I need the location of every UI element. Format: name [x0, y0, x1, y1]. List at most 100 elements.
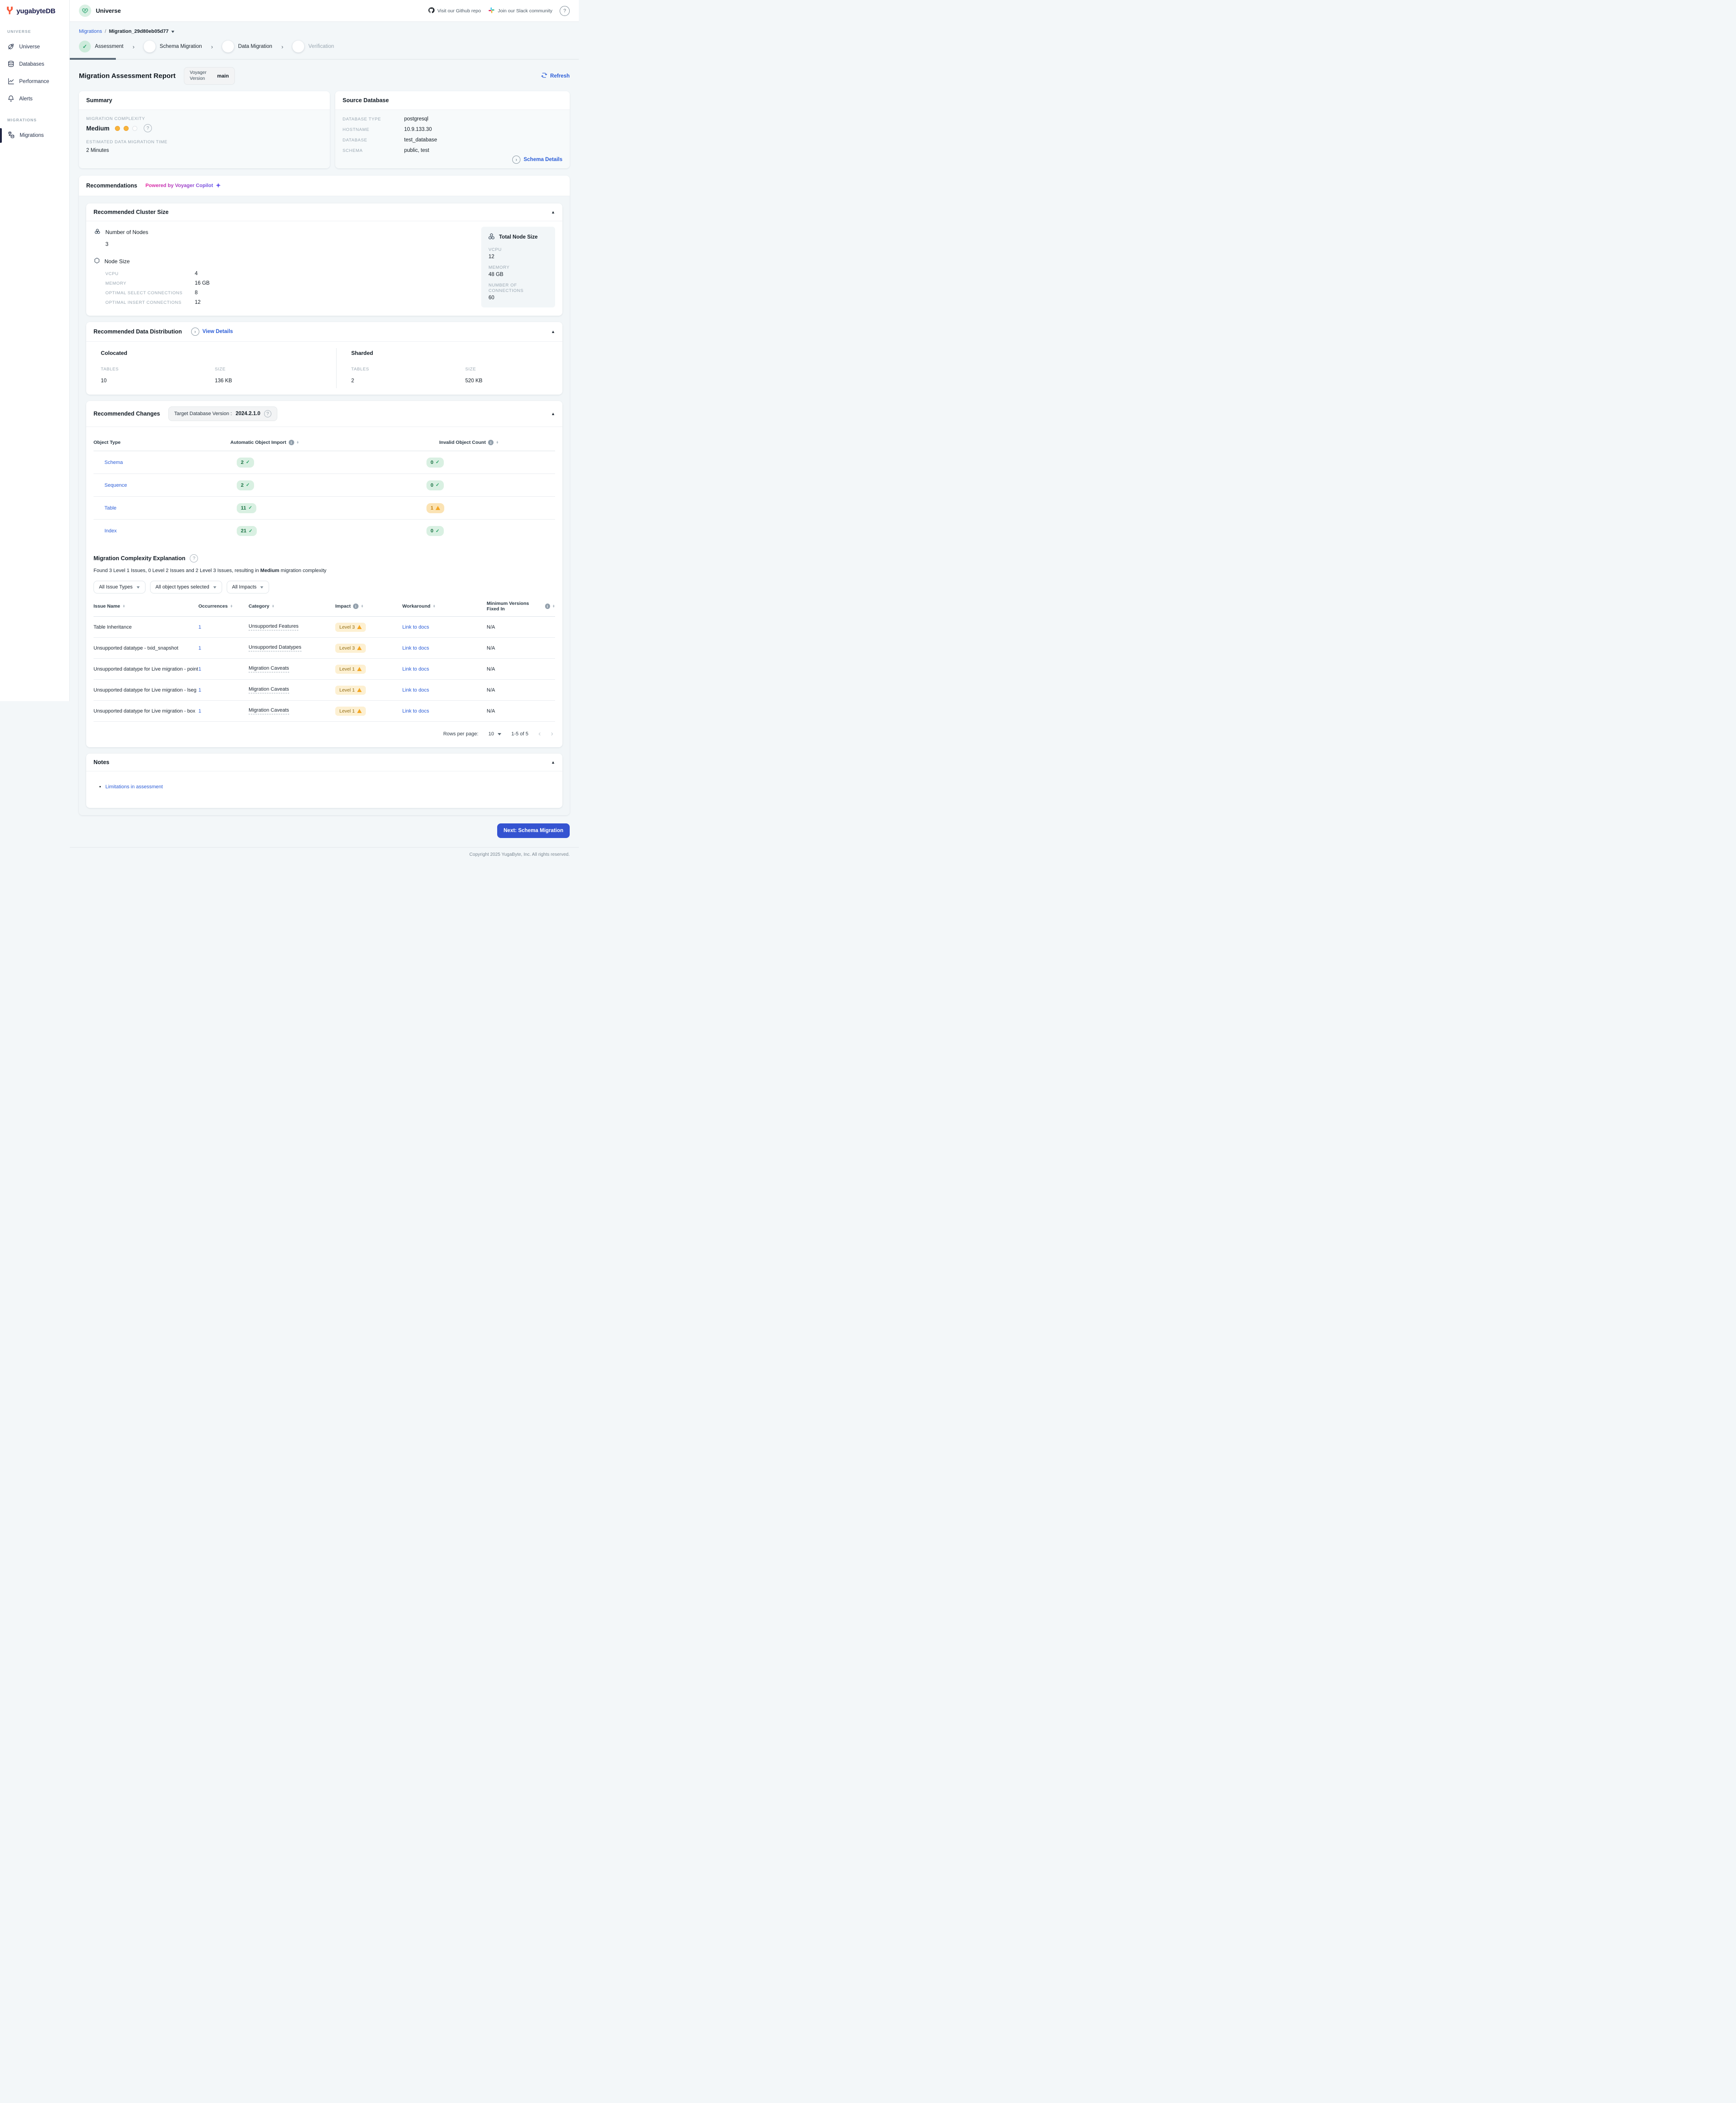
sidebar-item-alerts[interactable]: Alerts: [0, 90, 69, 108]
step-assessment[interactable]: ✓ Assessment: [79, 41, 124, 52]
collapse-caret-icon[interactable]: ▲: [551, 329, 555, 334]
object-type-link[interactable]: Schema: [94, 460, 230, 465]
object-type-link[interactable]: Index: [94, 528, 230, 534]
workaround-link[interactable]: Link to docs: [402, 645, 487, 651]
occurrences-link[interactable]: 1: [198, 687, 249, 693]
collapse-caret-icon[interactable]: ▲: [551, 210, 555, 214]
source-db-row: SCHEMA public, test: [343, 148, 562, 153]
column-category: Category▲▼: [249, 604, 335, 609]
number-of-nodes-label: Number of Nodes: [105, 229, 148, 235]
hexagon-icon: [94, 257, 100, 265]
sort-icon[interactable]: ▲▼: [122, 605, 125, 608]
chevron-down-icon: ▼: [135, 585, 140, 589]
sort-icon[interactable]: ▲▼: [552, 605, 555, 608]
occurrences-link[interactable]: 1: [198, 666, 249, 672]
help-icon[interactable]: ?: [560, 6, 570, 16]
sort-icon[interactable]: ▲▼: [496, 441, 499, 444]
info-icon[interactable]: i: [545, 604, 550, 609]
issue-name: Unsupported datatype - txid_snapshot: [94, 645, 198, 651]
source-db-row: DATABASE test_database: [343, 137, 562, 143]
field-value: 4: [195, 271, 198, 276]
schema-details-link[interactable]: › Schema Details: [512, 156, 562, 164]
collapse-caret-icon[interactable]: ▲: [551, 411, 555, 416]
next-page-icon[interactable]: ›: [551, 730, 553, 738]
field-label: OPTIMAL SELECT CONNECTIONS: [105, 290, 195, 296]
sort-icon[interactable]: ▲▼: [230, 605, 233, 608]
voyager-version-label: Voyager Version: [190, 70, 210, 82]
refresh-button[interactable]: Refresh: [541, 72, 570, 80]
sort-icon[interactable]: ▲▼: [361, 605, 364, 608]
slack-link[interactable]: Join our Slack community: [488, 7, 552, 15]
filter-label: All Impacts: [232, 584, 257, 590]
occurrences-link[interactable]: 1: [198, 625, 249, 630]
breadcrumb-current[interactable]: Migration_29d80eb05d77 ▼: [109, 29, 175, 34]
chevron-right-icon: ›: [211, 43, 213, 50]
complexity-explanation-help-icon[interactable]: ?: [190, 554, 198, 562]
step-schema-migration[interactable]: Schema Migration: [144, 41, 202, 52]
recommendations-body: Recommended Cluster Size ▲ Number of Nod…: [79, 196, 570, 815]
workaround-link[interactable]: Link to docs: [402, 687, 487, 693]
check-icon: ✓: [436, 483, 439, 488]
slack-link-label: Join our Slack community: [498, 8, 552, 14]
impact-badge: Level 3: [335, 623, 366, 632]
sort-icon[interactable]: ▲▼: [272, 605, 275, 608]
sidebar-item-migrations[interactable]: Migrations: [0, 127, 69, 144]
workaround-link[interactable]: Link to docs: [402, 625, 487, 630]
sidebar-item-performance[interactable]: Performance: [0, 73, 69, 90]
node-size-label: Node Size: [104, 258, 130, 265]
issue-row: Unsupported datatype for Live migration …: [94, 680, 555, 701]
issues-table-header: Issue Name▲▼ Occurrences▲▼ Category▲▼ Im…: [94, 601, 555, 617]
object-type-link[interactable]: Sequence: [94, 483, 230, 488]
page-title: Migration Assessment Report: [79, 72, 176, 80]
step-verification[interactable]: Verification: [292, 41, 334, 52]
info-icon[interactable]: i: [353, 604, 359, 609]
collapse-caret-icon[interactable]: ▲: [551, 760, 555, 765]
object-types-filter[interactable]: All object types selected ▼: [150, 581, 222, 593]
sharded-section: Sharded TABLES 2 SIZE 520 KB: [336, 348, 562, 388]
object-type-link[interactable]: Table: [94, 505, 230, 511]
view-details-link[interactable]: › View Details: [191, 328, 233, 336]
field-label: MEMORY: [105, 281, 195, 286]
import-count-badge: 11✓: [237, 503, 256, 513]
issue-types-filter[interactable]: All Issue Types ▼: [94, 581, 146, 593]
report-title-row: Migration Assessment Report Voyager Vers…: [79, 67, 570, 85]
github-link[interactable]: Visit our Github repo: [428, 7, 481, 15]
sort-icon[interactable]: ▲▼: [296, 441, 299, 444]
import-count-badge: 2✓: [237, 480, 254, 490]
category-label: Migration Caveats: [249, 687, 289, 693]
occurrences-link[interactable]: 1: [198, 708, 249, 714]
sort-icon[interactable]: ▲▼: [433, 605, 436, 608]
complexity-help-icon[interactable]: ?: [144, 124, 152, 132]
recommended-changes-title: Recommended Changes: [94, 411, 160, 417]
workaround-link[interactable]: Link to docs: [402, 666, 487, 672]
source-db-row: DATABASE TYPE postgresql: [343, 116, 562, 122]
field-value: 8: [195, 290, 198, 296]
field-value: 60: [489, 295, 549, 301]
colocated-size: SIZE 136 KB: [215, 366, 329, 384]
column-issue-name: Issue Name▲▼: [94, 604, 198, 609]
info-icon[interactable]: i: [289, 440, 294, 445]
info-icon[interactable]: i: [488, 440, 494, 445]
refresh-label: Refresh: [550, 73, 570, 79]
occurrences-link[interactable]: 1: [198, 645, 249, 651]
chevron-right-icon: ›: [133, 43, 135, 50]
field-value: test_database: [404, 137, 437, 143]
summary-source-row: Summary MIGRATION COMPLEXITY Medium ? ES…: [79, 91, 570, 168]
next-schema-migration-button[interactable]: Next: Schema Migration: [497, 823, 570, 838]
prev-page-icon[interactable]: ‹: [538, 730, 541, 738]
step-data-migration[interactable]: Data Migration: [222, 41, 272, 52]
sidebar-item-universe[interactable]: Universe: [0, 38, 69, 56]
workaround-link[interactable]: Link to docs: [402, 708, 487, 714]
powered-by-label: Powered by Voyager Copilot: [146, 183, 213, 188]
breadcrumb-migrations-link[interactable]: Migrations: [79, 29, 102, 34]
target-version-help-icon[interactable]: ?: [264, 410, 271, 417]
impacts-filter[interactable]: All Impacts ▼: [227, 581, 270, 593]
page-context-title: Universe: [96, 7, 121, 14]
select-caret-icon: [498, 733, 501, 735]
sidebar-item-label: Databases: [19, 62, 44, 67]
sidebar: yugabyteDB UNIVERSE Universe Databases P…: [0, 0, 70, 701]
rows-per-page-select[interactable]: 10: [489, 731, 501, 737]
brand-logo[interactable]: yugabyteDB: [0, 0, 69, 22]
sidebar-item-databases[interactable]: Databases: [0, 56, 69, 73]
limitations-link[interactable]: Limitations in assessment: [105, 784, 163, 790]
